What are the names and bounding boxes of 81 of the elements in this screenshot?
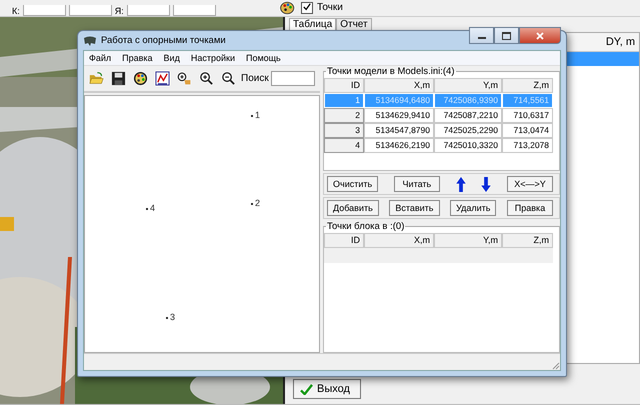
action-button[interactable]: Вставить xyxy=(389,200,440,216)
checkbox[interactable] xyxy=(301,2,313,14)
action-button[interactable]: Добавить xyxy=(327,200,379,216)
action-button[interactable]: Читать xyxy=(394,176,440,192)
input-field[interactable] xyxy=(68,5,112,16)
chart-icon[interactable] xyxy=(155,71,170,86)
action-button[interactable]: Правка xyxy=(507,200,553,216)
menu-item[interactable]: Правка xyxy=(122,53,153,63)
column-header: ID xyxy=(324,78,364,93)
row-header: 4 xyxy=(324,138,364,153)
column-header: X,m xyxy=(364,78,434,93)
menu-item[interactable]: Помощь xyxy=(246,53,281,63)
palette-icon[interactable] xyxy=(278,0,296,16)
point-marker xyxy=(146,208,148,210)
column-header: Z,m xyxy=(502,233,553,248)
menu-item[interactable]: Вид xyxy=(164,53,180,63)
point-marker xyxy=(166,317,168,319)
column-header: Y,m xyxy=(434,78,502,93)
table-cell: 713,2078 xyxy=(502,138,553,153)
action-button[interactable]: Удалить xyxy=(450,200,496,216)
table-cell: 5134629,9410 xyxy=(364,108,434,123)
point-marker xyxy=(251,115,253,117)
table-cell: 7425086,9390 xyxy=(434,93,502,108)
group-title: Точки блока в :(0) xyxy=(326,221,406,232)
close-button[interactable] xyxy=(519,27,561,44)
table-row[interactable]: 3 5134547,8790 7425025,2290 713,0474 xyxy=(324,123,559,138)
table-cell: 5134547,8790 xyxy=(364,123,434,138)
resize-grip-icon[interactable] xyxy=(552,362,560,370)
checkbox-label: Точки xyxy=(317,2,343,14)
table-row[interactable]: 2 5134629,9410 7425087,2210 710,6317 xyxy=(324,108,559,123)
action-button[interactable]: X<—>Y xyxy=(507,176,553,192)
row-header: 2 xyxy=(324,108,364,123)
zoom-in-icon[interactable] xyxy=(199,71,214,86)
save-icon[interactable] xyxy=(111,71,126,86)
minimize-button[interactable] xyxy=(469,27,494,44)
column-header: X,m xyxy=(364,233,434,248)
zoom-pan-icon[interactable] xyxy=(177,71,192,86)
table-cell: 5134694,6480 xyxy=(364,93,434,108)
search-label: Поиск xyxy=(241,73,269,84)
table-cell: 7425010,3320 xyxy=(434,138,502,153)
row-header: 1 xyxy=(324,93,364,108)
app-icon xyxy=(83,34,97,46)
table-cell: 7425025,2290 xyxy=(434,123,502,138)
column-header: Y,m xyxy=(434,233,502,248)
table-cell: 714,5561 xyxy=(502,93,553,108)
group-title: Точки модели в Models.ini:(4) xyxy=(326,66,456,77)
palette-icon[interactable] xyxy=(133,71,148,86)
point-label: 4 xyxy=(150,203,156,213)
close-icon xyxy=(536,32,544,40)
input-field[interactable] xyxy=(172,5,216,16)
search-field[interactable] xyxy=(270,71,315,86)
input-field[interactable] xyxy=(126,5,170,16)
column-header: ID xyxy=(324,233,364,248)
menu-item[interactable]: Файл xyxy=(89,53,112,63)
table-cell: 713,0474 xyxy=(502,123,553,138)
checkmark-icon xyxy=(300,384,313,394)
maximize-button[interactable] xyxy=(494,27,519,44)
column-header: DY, m xyxy=(606,36,636,48)
field-label: Я: xyxy=(114,7,124,16)
point-marker xyxy=(251,203,253,205)
point-label: 2 xyxy=(255,198,260,208)
window-title: Работа с опорными точками xyxy=(101,35,227,46)
table-cell: 5134626,2190 xyxy=(364,138,434,153)
input-field[interactable] xyxy=(22,5,66,16)
point-label: 3 xyxy=(170,312,176,322)
action-button[interactable]: Очистить xyxy=(327,176,378,192)
zoom-out-icon[interactable] xyxy=(221,71,236,86)
table-cell: 7425087,2210 xyxy=(434,108,502,123)
arrow-down-icon[interactable] xyxy=(481,176,492,192)
tab[interactable]: Отчет xyxy=(336,18,372,30)
point-label: 1 xyxy=(255,110,260,120)
tab[interactable]: Таблица xyxy=(289,18,336,30)
exit-button[interactable]: Выход xyxy=(293,379,361,399)
column-header: Z,m xyxy=(502,78,553,93)
open-folder-icon[interactable] xyxy=(89,71,104,86)
row-header: 3 xyxy=(324,123,364,138)
menu-item[interactable]: Настройки xyxy=(190,53,235,63)
table-cell: 710,6317 xyxy=(502,108,553,123)
table-row[interactable]: 4 5134626,2190 7425010,3320 713,2078 xyxy=(324,138,559,153)
arrow-up-icon[interactable] xyxy=(456,176,466,192)
field-label: К: xyxy=(12,7,20,16)
